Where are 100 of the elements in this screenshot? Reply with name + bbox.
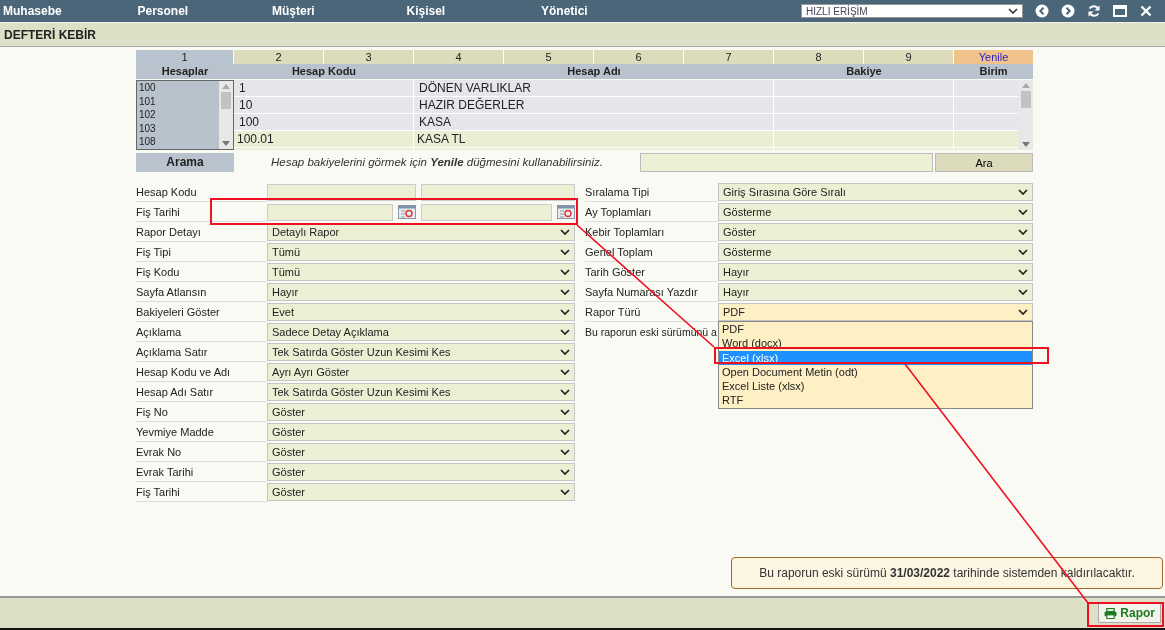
dropdown-field[interactable]: PDF: [718, 303, 1033, 321]
scrollbar-thumb[interactable]: [1020, 91, 1031, 108]
column-header: Bakiye: [846, 65, 882, 77]
menu-item[interactable]: Kişisel: [403, 4, 538, 18]
field-label: Evrak No: [136, 445, 182, 458]
dropdown-field[interactable]: Göster: [267, 403, 575, 421]
dropdown-option[interactable]: RTF: [719, 393, 1032, 408]
table-cell: KASA TL: [417, 132, 466, 146]
chevron-down-icon: [560, 309, 570, 315]
back-icon[interactable]: [1035, 4, 1049, 18]
column-number[interactable]: 9: [864, 50, 954, 64]
scroll-down-icon[interactable]: [222, 141, 230, 146]
field-label: Rapor Türü: [585, 305, 641, 318]
chevron-down-icon: [1018, 309, 1028, 315]
dropdown-option[interactable]: Excel Liste (xlsx): [719, 379, 1032, 394]
dropdown-option[interactable]: Open Document Metin (odt): [719, 364, 1032, 380]
chevron-down-icon: [560, 349, 570, 355]
chevron-down-icon: [560, 449, 570, 455]
dropdown-field[interactable]: Hayır: [718, 263, 1033, 281]
table-row[interactable]: 1 DÖNEN VARLIKLAR: [234, 80, 1018, 97]
chevron-down-icon: [560, 329, 570, 335]
scroll-up-icon[interactable]: [222, 84, 230, 89]
quick-access-select[interactable]: HIZLI ERİŞİM: [801, 4, 1023, 18]
field-label: Bakiyeleri Göster: [136, 305, 220, 318]
search-button[interactable]: Ara: [935, 153, 1033, 172]
column-number[interactable]: 1: [136, 50, 234, 64]
column-number[interactable]: 3: [324, 50, 414, 64]
dropdown-field[interactable]: Ayrı Ayrı Göster: [267, 363, 575, 381]
dropdown-field[interactable]: Göster: [267, 423, 575, 441]
field-label: Sıralama Tipi: [585, 185, 650, 198]
column-number[interactable]: 2: [234, 50, 324, 64]
dropdown-field[interactable]: Hayır: [718, 283, 1033, 301]
list-item[interactable]: 101: [139, 94, 219, 108]
table-row[interactable]: 100.01 KASA TL: [234, 131, 1018, 148]
column-number[interactable]: 6: [594, 50, 684, 64]
scroll-down-icon[interactable]: [1021, 142, 1030, 147]
menu-item[interactable]: Personel: [134, 4, 269, 18]
chevron-down-icon: [1018, 189, 1028, 195]
column-header: Hesap Adı: [567, 65, 621, 77]
chevron-down-icon: [1018, 229, 1028, 235]
report-button[interactable]: Rapor: [1098, 603, 1161, 623]
chevron-down-icon: [560, 429, 570, 435]
column-number[interactable]: 7: [684, 50, 774, 64]
column-header: Birim: [979, 65, 1008, 77]
scrollbar[interactable]: [219, 81, 233, 149]
dropdown-field[interactable]: Göster: [267, 463, 575, 481]
dropdown-field[interactable]: Göster: [718, 223, 1033, 241]
dropdown-field[interactable]: Göster: [267, 443, 575, 461]
column-number[interactable]: 5: [504, 50, 594, 64]
dropdown-field[interactable]: Giriş Sırasına Göre Sıralı: [718, 183, 1033, 201]
field-label: Fiş Tarihi: [136, 205, 180, 218]
chevron-down-icon: [1018, 269, 1028, 275]
close-icon[interactable]: [1139, 4, 1153, 18]
chevron-down-icon: [1008, 8, 1018, 14]
field-label: Hesap Kodu: [136, 185, 197, 198]
calendar-icon[interactable]: [557, 205, 575, 219]
dropdown-field[interactable]: Gösterme: [718, 243, 1033, 261]
date-field[interactable]: [421, 203, 552, 221]
table-cell: 100.01: [237, 132, 274, 146]
scrollbar[interactable]: [1018, 80, 1033, 150]
dropdown-field[interactable]: Tek Satırda Göster Uzun Kesimi Kes: [267, 343, 575, 361]
dropdown-field[interactable]: Evet: [267, 303, 575, 321]
table-cell: 100: [239, 115, 260, 129]
menu-item[interactable]: Yönetici: [538, 4, 673, 18]
chevron-down-icon: [560, 409, 570, 415]
field-label: Fiş Kodu: [136, 265, 180, 278]
maximize-icon[interactable]: [1113, 4, 1127, 18]
field-label: Fiş No: [136, 405, 168, 418]
list-item[interactable]: 102: [139, 108, 219, 122]
list-item[interactable]: 103: [139, 121, 219, 135]
refresh-link[interactable]: Yenile: [954, 50, 1033, 64]
dropdown-option[interactable]: Word (docx): [719, 336, 1032, 351]
dropdown-field[interactable]: Tümü: [267, 263, 575, 281]
dropdown-field[interactable]: Hayır: [267, 283, 575, 301]
dropdown-field[interactable]: Gösterme: [718, 203, 1033, 221]
forward-icon[interactable]: [1061, 4, 1075, 18]
menu-item[interactable]: Müşteri: [269, 4, 404, 18]
field-label: Kebir Toplamları: [585, 225, 665, 238]
dropdown-field[interactable]: Tümü: [267, 243, 575, 261]
scroll-up-icon[interactable]: [1021, 83, 1030, 88]
table-cell: 1: [239, 81, 246, 95]
field-label: Ay Toplamları: [585, 205, 652, 218]
table-row[interactable]: 10 HAZIR DEĞERLER: [234, 97, 1018, 114]
account-listbox[interactable]: 100 101 102 103 108: [136, 80, 234, 150]
table-row[interactable]: 100 KASA: [234, 114, 1018, 131]
dropdown-field[interactable]: Sadece Detay Açıklama: [267, 323, 575, 341]
list-item[interactable]: 100: [139, 81, 219, 95]
column-number[interactable]: 8: [774, 50, 864, 64]
scrollbar-thumb[interactable]: [221, 92, 231, 109]
dropdown-field[interactable]: Tek Satırda Göster Uzun Kesimi Kes: [267, 383, 575, 401]
list-item[interactable]: 108: [139, 135, 219, 149]
date-field[interactable]: [267, 203, 393, 221]
menu-item[interactable]: Muhasebe: [0, 4, 135, 18]
column-number[interactable]: 4: [414, 50, 504, 64]
calendar-icon[interactable]: [398, 205, 416, 219]
dropdown-option[interactable]: PDF: [719, 322, 1032, 337]
search-field[interactable]: [640, 153, 933, 172]
refresh-icon[interactable]: [1087, 4, 1101, 18]
field-label: Fiş Tipi: [136, 245, 171, 258]
dropdown-field[interactable]: Göster: [267, 483, 575, 501]
